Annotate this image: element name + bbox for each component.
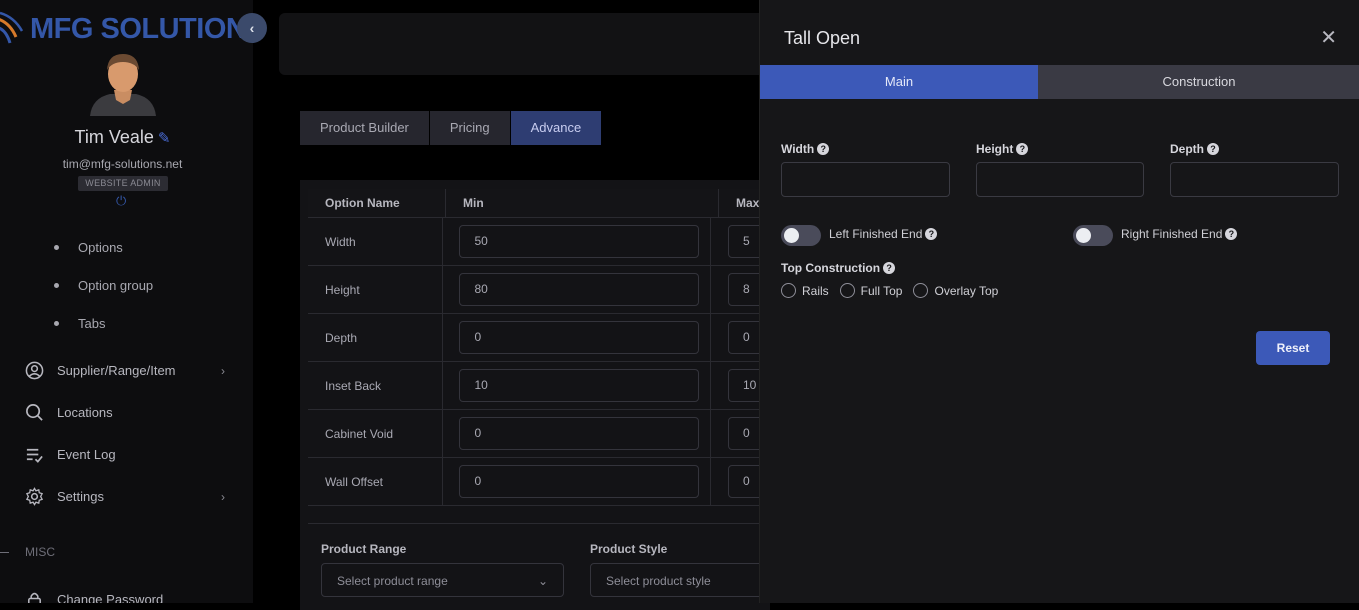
left-finished-end-label: Left Finished End?	[829, 227, 938, 241]
drawer-tabs: Main Construction	[760, 65, 1359, 99]
close-icon[interactable]: ✕	[1320, 28, 1337, 48]
help-icon[interactable]: ?	[1225, 228, 1238, 240]
width-input[interactable]	[781, 162, 950, 197]
tab-main[interactable]: Main	[760, 65, 1038, 99]
radio-circle	[839, 283, 855, 298]
sidebar-collapse-button[interactable]: ‹	[237, 13, 267, 43]
height-input[interactable]	[976, 162, 1144, 197]
help-icon[interactable]: ?	[925, 228, 938, 240]
tab-construction[interactable]: Construction	[1038, 65, 1359, 99]
help-icon[interactable]: ?	[883, 262, 896, 274]
field-label-text: Width	[781, 142, 815, 156]
chevron-left-icon: ‹	[249, 20, 255, 36]
radio-rails[interactable]: Rails	[781, 283, 829, 298]
backdrop-overlay[interactable]	[0, 0, 759, 603]
radio-circle	[913, 283, 929, 298]
reset-button[interactable]: Reset	[1256, 331, 1330, 365]
right-finished-end-label: Right Finished End?	[1121, 227, 1238, 241]
top-construction-label: Top Construction?	[781, 261, 896, 275]
top-construction-radio-group: Rails Full Top Overlay Top	[781, 283, 1009, 298]
help-icon[interactable]: ?	[1207, 143, 1219, 155]
toggle-label-text: Right Finished End	[1121, 227, 1223, 241]
toggle-knob	[784, 228, 799, 243]
height-label: Height?	[976, 142, 1029, 156]
side-drawer: Tall Open ✕ Main Construction Width? Hei…	[759, 0, 1359, 603]
radio-full-top[interactable]: Full Top	[839, 283, 903, 298]
field-label-text: Top Construction	[781, 261, 881, 275]
drawer-title: Tall Open	[784, 28, 861, 48]
radio-circle	[781, 283, 796, 298]
toggle-knob	[1076, 228, 1091, 243]
radio-label: Overlay Top	[934, 283, 999, 298]
toggle-label-text: Left Finished End	[829, 227, 923, 241]
radio-label: Rails	[802, 283, 829, 298]
radio-label: Full Top	[860, 283, 903, 298]
width-label: Width?	[781, 142, 830, 156]
field-label-text: Depth	[1170, 142, 1204, 156]
help-icon[interactable]: ?	[1016, 143, 1029, 155]
radio-overlay-top[interactable]: Overlay Top	[913, 283, 998, 298]
help-icon[interactable]: ?	[817, 143, 830, 155]
right-finished-end-toggle[interactable]	[1073, 225, 1113, 246]
left-finished-end-toggle[interactable]	[781, 225, 821, 246]
field-label-text: Height	[976, 142, 1014, 156]
depth-input[interactable]	[1170, 162, 1339, 197]
depth-label: Depth?	[1170, 142, 1219, 156]
